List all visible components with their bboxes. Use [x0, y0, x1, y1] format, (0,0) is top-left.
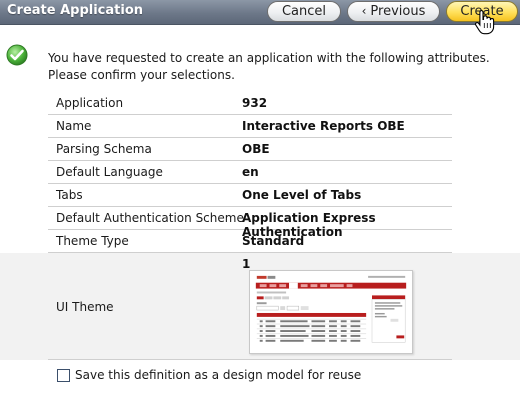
attribute-value: Interactive Reports OBE — [242, 119, 405, 133]
cancel-button-label: Cancel — [281, 4, 327, 19]
theme-preview-thumbnail — [249, 270, 413, 354]
table-row: Default Authentication Scheme Applicatio… — [48, 207, 452, 239]
theme-number: 1 — [242, 257, 251, 271]
table-row: Name Interactive Reports OBE — [48, 115, 452, 138]
create-button-label: Create — [460, 4, 504, 19]
attribute-label: Default Authentication Scheme — [56, 211, 244, 225]
create-button[interactable]: Create — [446, 1, 518, 22]
table-row: Tabs One Level of Tabs — [48, 184, 452, 207]
attribute-value: OBE — [242, 142, 270, 156]
save-definition-checkbox[interactable] — [57, 368, 70, 382]
cancel-button[interactable]: Cancel — [267, 1, 341, 22]
page-title: Create Application — [7, 3, 144, 18]
attribute-label: Application — [56, 96, 124, 110]
save-definition-label[interactable]: Save this definition as a design model f… — [75, 368, 361, 382]
attribute-label: Theme Type — [56, 234, 129, 248]
attribute-label: Name — [56, 119, 92, 133]
check-circle-icon — [6, 44, 28, 66]
confirmation-message: You have requested to create an applicat… — [48, 51, 490, 82]
table-row: Application 932 — [48, 92, 452, 115]
attribute-value: One Level of Tabs — [242, 188, 362, 202]
previous-button[interactable]: ‹ Previous — [347, 1, 440, 22]
attribute-label: Tabs — [56, 188, 83, 202]
attribute-value: Standard — [242, 234, 305, 248]
table-row: Default Language en — [48, 161, 452, 184]
table-row: Parsing Schema OBE — [48, 138, 452, 161]
theme-label: UI Theme — [56, 300, 114, 314]
table-row: Theme Type Standard — [48, 230, 452, 253]
attributes-table: Application 932 Name Interactive Reports… — [48, 92, 452, 253]
attribute-label: Parsing Schema — [56, 142, 152, 156]
attribute-value: en — [242, 165, 259, 179]
previous-button-label: Previous — [370, 4, 426, 19]
attribute-value: 932 — [242, 96, 268, 110]
attribute-label: Default Language — [56, 165, 163, 179]
chevron-left-icon: ‹ — [361, 4, 367, 18]
save-definition-row: Save this definition as a design model f… — [57, 367, 361, 383]
header-bar: Create Application Cancel ‹ Previous Cre… — [0, 0, 520, 25]
